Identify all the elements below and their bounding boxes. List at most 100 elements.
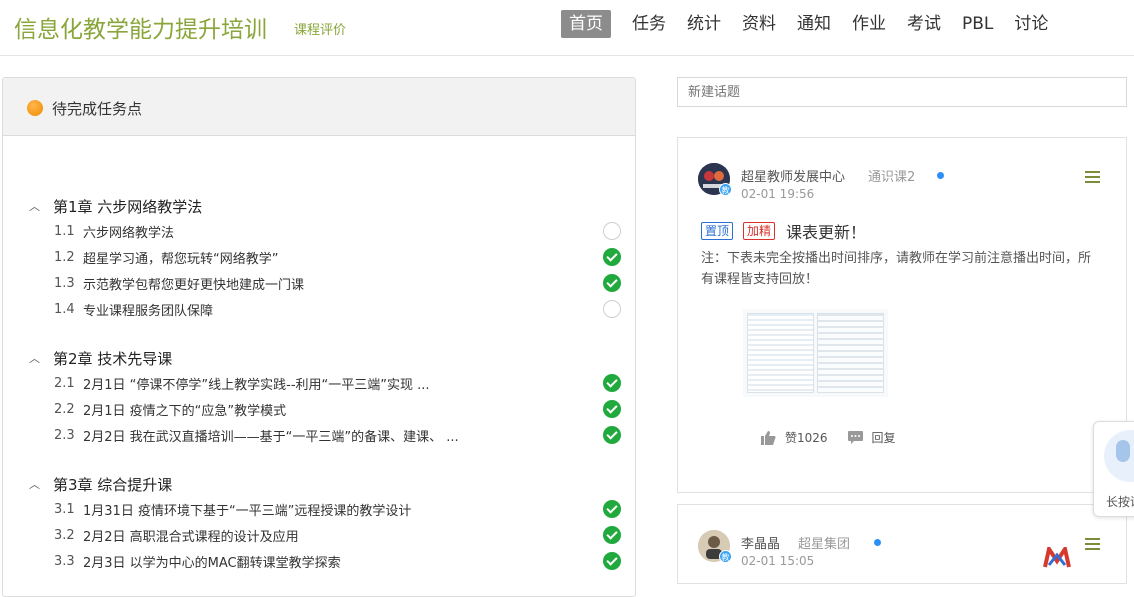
schedule-image-thumbnail[interactable]	[743, 309, 888, 397]
course-eval-link[interactable]: 课程评价	[294, 19, 346, 38]
lesson-number: 2.2	[54, 401, 75, 417]
chevron-up-icon[interactable]: ︿	[29, 198, 43, 214]
nav-home[interactable]: 首页	[561, 10, 611, 38]
lesson-item[interactable]: 3.3 2月3日 以学为中心的MAC翻转课堂教学探索	[25, 548, 625, 574]
lesson-title[interactable]: 专业课程服务团队保障	[83, 300, 213, 319]
post-body: 注：下表未完全按播出时间排序，请教师在学习前注意播出时间，所有课程皆支持回放！	[701, 251, 1092, 287]
nav-tasks[interactable]: 任务	[632, 10, 666, 38]
lesson-item[interactable]: 2.2 2月1日 疫情之下的“应急”教学模式	[25, 396, 625, 422]
lesson-title[interactable]: 六步网络教学法	[83, 222, 174, 241]
chapter-header[interactable]: ︿ 第1章 六步网络教学法	[25, 194, 625, 218]
post-actions: 赞1026 回复	[761, 429, 916, 446]
main-nav: 首页 任务 统计 资料 通知 作业 考试 PBL 讨论	[560, 10, 1069, 38]
chapter-header[interactable]: ︿ 第3章 综合提升课	[25, 472, 625, 496]
check-circle-icon	[603, 248, 621, 266]
thumbs-up-icon	[761, 430, 776, 445]
lesson-title[interactable]: 示范教学包帮您更好更快地建成一门课	[83, 274, 304, 293]
comment-icon	[847, 431, 863, 444]
thumbnail-column	[817, 313, 884, 393]
header: 信息化教学能力提升培训 课程评价 首页 任务 统计 资料 通知 作业 考试 PB…	[0, 0, 1134, 56]
chapter-1: ︿ 第1章 六步网络教学法 1.1 六步网络教学法 1.2 超星学习通，帮您玩转…	[25, 194, 625, 322]
lesson-number: 3.3	[54, 553, 75, 569]
panel-header: 待完成任务点	[3, 78, 635, 136]
check-circle-icon	[603, 552, 621, 570]
course-title[interactable]: 信息化教学能力提升培训	[14, 10, 267, 44]
lesson-item[interactable]: 3.2 2月2日 高职混合式课程的设计及应用	[25, 522, 625, 548]
check-circle-icon	[603, 400, 621, 418]
menu-icon[interactable]	[1085, 538, 1100, 553]
microphone-icon	[1116, 440, 1130, 462]
reply-button[interactable]: 回复	[847, 429, 896, 446]
lesson-item[interactable]: 1.4 专业课程服务团队保障	[25, 296, 625, 322]
avatar[interactable]: 教	[698, 163, 732, 196]
voice-input-widget[interactable]: 长按说话	[1093, 421, 1134, 517]
lesson-item[interactable]: 3.1 1月31日 疫情环境下基于“一平三端”远程授课的教学设计	[25, 496, 625, 522]
featured-badge: 加精	[743, 222, 776, 240]
lesson-item[interactable]: 1.3 示范教学包帮您更好更快地建成一门课	[25, 270, 625, 296]
lesson-item[interactable]: 1.2 超星学习通，帮您玩转“网络教学”	[25, 244, 625, 270]
chapter-3: ︿ 第3章 综合提升课 3.1 1月31日 疫情环境下基于“一平三端”远程授课的…	[25, 472, 625, 574]
lesson-number: 2.3	[54, 427, 75, 443]
teacher-badge: 教	[719, 550, 732, 563]
lesson-item[interactable]: 2.3 2月2日 我在武汉直播培训——基于“一平三端”的备课、建课、 ...	[25, 422, 625, 448]
online-dot-icon	[937, 172, 944, 179]
chapter-title: 第1章 六步网络教学法	[53, 197, 203, 216]
check-circle-icon	[603, 374, 621, 392]
lesson-number: 1.2	[54, 249, 75, 265]
lesson-item[interactable]: 1.1 六步网络教学法	[25, 218, 625, 244]
thumbnail-column	[747, 313, 814, 393]
post-title[interactable]: 课表更新！	[786, 219, 866, 243]
post-author[interactable]: 超星教师发展中心	[741, 166, 845, 185]
lesson-title[interactable]: 2月2日 我在武汉直播培训——基于“一平三端”的备课、建课、 ...	[83, 426, 459, 445]
lesson-title[interactable]: 2月2日 高职混合式课程的设计及应用	[83, 526, 299, 545]
discussion-post: 教 超星教师发展中心 通识课2 02-01 19:56 置顶 加精 课表更新！ …	[677, 137, 1127, 493]
orange-dot-icon	[27, 100, 43, 116]
nav-stats[interactable]: 统计	[687, 10, 721, 38]
voice-label: 长按说话	[1106, 495, 1134, 509]
chapter-title: 第3章 综合提升课	[53, 475, 173, 494]
nav-homework[interactable]: 作业	[852, 10, 886, 38]
discussion-post: 教 李晶晶 超星集团 02-01 15:05	[677, 504, 1127, 584]
lesson-number: 1.3	[54, 275, 75, 291]
check-circle-icon	[603, 426, 621, 444]
lesson-item[interactable]: 2.1 2月1日 “停课不停学”线上教学实践--利用“一平三端”实现 ...	[25, 370, 625, 396]
nav-materials[interactable]: 资料	[742, 10, 776, 38]
lesson-number: 2.1	[54, 375, 75, 391]
post-author-tag: 通识课2	[868, 170, 916, 185]
lesson-title[interactable]: 2月1日 疫情之下的“应急”教学模式	[83, 400, 286, 419]
lesson-number: 3.2	[54, 527, 75, 543]
reply-label: 回复	[871, 431, 896, 445]
teacher-badge: 教	[719, 183, 732, 196]
like-count: 赞1026	[785, 431, 828, 445]
avatar[interactable]: 教	[698, 530, 732, 563]
pinned-badge: 置顶	[701, 222, 734, 240]
lesson-title[interactable]: 2月1日 “停课不停学”线上教学实践--利用“一平三端”实现 ...	[83, 374, 430, 393]
chevron-up-icon[interactable]: ︿	[29, 350, 43, 366]
post-author[interactable]: 李晶晶	[741, 533, 780, 552]
post-time: 02-01 19:56	[741, 187, 815, 201]
check-circle-icon	[603, 274, 621, 292]
menu-icon[interactable]	[1085, 171, 1100, 186]
nav-notices[interactable]: 通知	[797, 10, 831, 38]
nav-exam[interactable]: 考试	[907, 10, 941, 38]
pending-tasks-panel: 待完成任务点 ︿ 第1章 六步网络教学法 1.1 六步网络教学法 1.2 超星学…	[2, 77, 636, 597]
panel-title: 待完成任务点	[52, 100, 143, 118]
chevron-up-icon[interactable]: ︿	[29, 476, 43, 492]
online-dot-icon	[874, 539, 881, 546]
post-author-tag: 超星集团	[798, 537, 851, 552]
check-circle-icon	[603, 500, 621, 518]
chapter-header[interactable]: ︿ 第2章 技术先导课	[25, 346, 625, 370]
post-time: 02-01 15:05	[741, 554, 815, 568]
nav-pbl[interactable]: PBL	[962, 10, 993, 38]
nav-discussion[interactable]: 讨论	[1014, 10, 1048, 38]
lesson-number: 3.1	[54, 501, 75, 517]
lesson-title[interactable]: 超星学习通，帮您玩转“网络教学”	[83, 248, 278, 267]
lesson-title[interactable]: 2月3日 以学为中心的MAC翻转课堂教学探索	[83, 552, 341, 571]
like-button[interactable]: 赞1026	[761, 429, 828, 446]
lesson-number: 1.4	[54, 301, 75, 317]
chapter-2: ︿ 第2章 技术先导课 2.1 2月1日 “停课不停学”线上教学实践--利用“一…	[25, 346, 625, 448]
new-topic-input[interactable]	[677, 77, 1127, 107]
lesson-title[interactable]: 1月31日 疫情环境下基于“一平三端”远程授课的教学设计	[83, 500, 411, 519]
incomplete-circle-icon	[603, 222, 621, 240]
app-logo-icon	[1043, 547, 1071, 568]
